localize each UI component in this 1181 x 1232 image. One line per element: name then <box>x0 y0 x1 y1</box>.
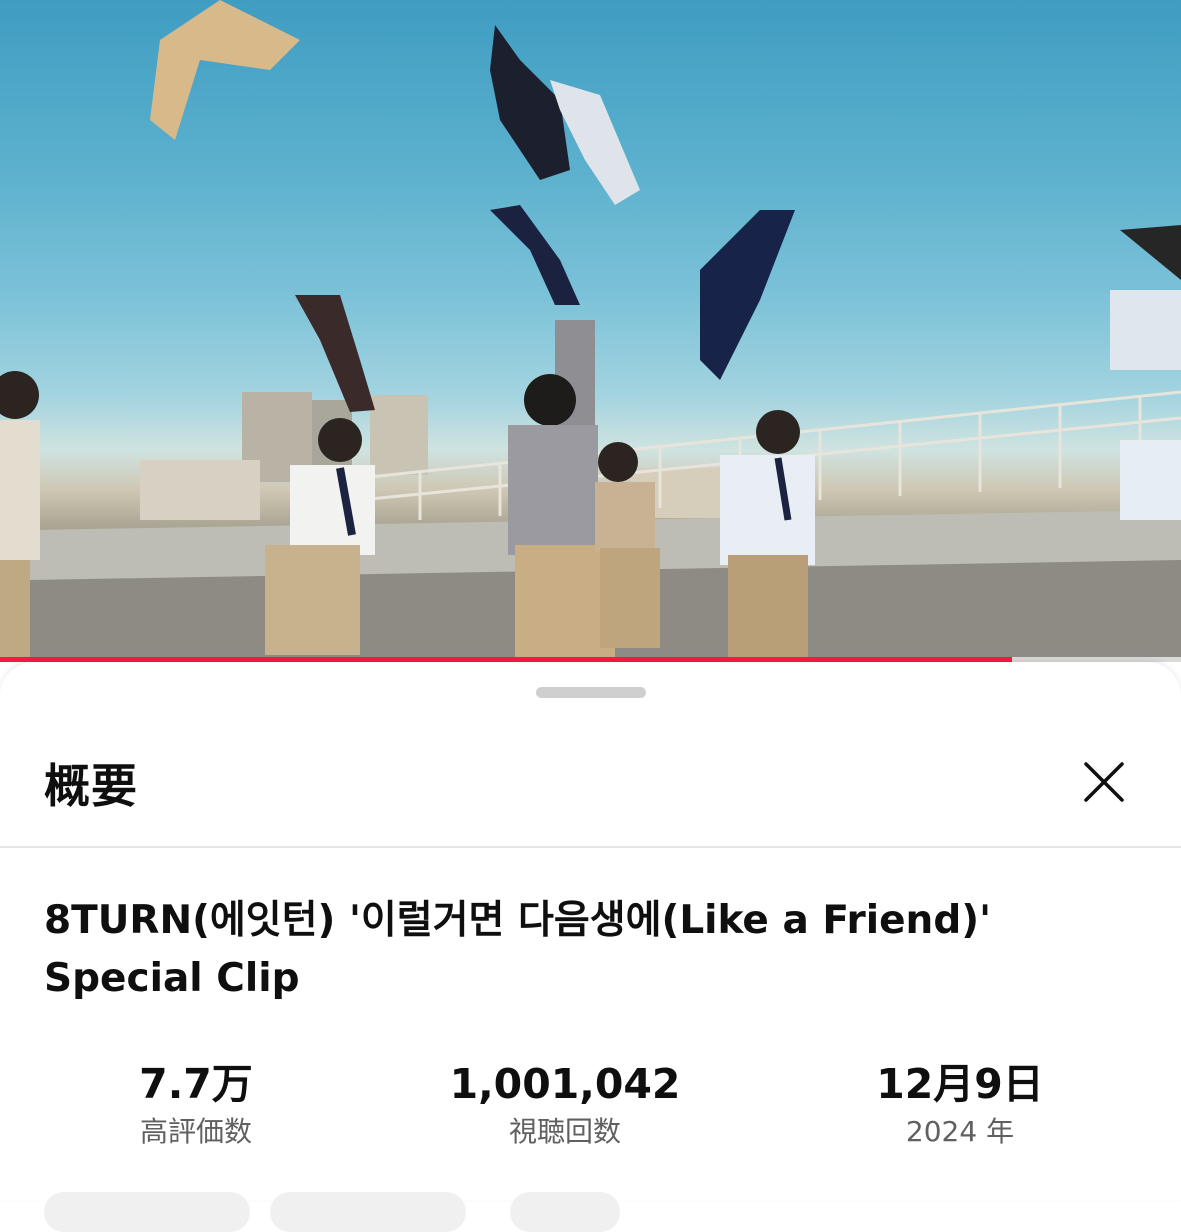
publish-date: 12月9日 <box>876 1060 1044 1108</box>
video-player[interactable] <box>0 0 1181 662</box>
video-title-line-2: Special Clip <box>44 956 300 1001</box>
description-sheet: 概要 8TURN(에잇턴) '이럴거면 다음생에(Like a Friend)'… <box>0 662 1181 1232</box>
video-frame-image <box>0 0 1181 662</box>
views-count: 1,001,042 <box>449 1060 681 1108</box>
sheet-title: 概要 <box>44 759 138 813</box>
sheet-divider <box>0 846 1181 848</box>
views-stat: 1,001,042 視聴回数 <box>430 1060 700 1152</box>
video-title: 8TURN(에잇턴) '이럴거면 다음생에(Like a Friend)' Sp… <box>44 892 1144 1008</box>
tag-chip[interactable] <box>44 1192 250 1232</box>
likes-label: 高評価数 <box>139 1115 252 1148</box>
video-title-line-1: 8TURN(에잇턴) '이럴거면 다음생에(Like a Friend)' <box>44 898 992 943</box>
tag-chip[interactable] <box>270 1192 466 1232</box>
drag-handle[interactable] <box>536 687 646 698</box>
likes-stat: 7.7万 高評価数 <box>96 1060 296 1152</box>
views-label: 視聴回数 <box>508 1115 621 1148</box>
publish-year: 2024 年 <box>905 1115 1015 1148</box>
publish-date-stat: 12月9日 2024 年 <box>855 1060 1065 1152</box>
tag-chip[interactable] <box>510 1192 620 1232</box>
close-icon <box>1084 762 1124 802</box>
likes-count: 7.7万 <box>139 1060 253 1108</box>
close-button[interactable] <box>1072 754 1136 818</box>
